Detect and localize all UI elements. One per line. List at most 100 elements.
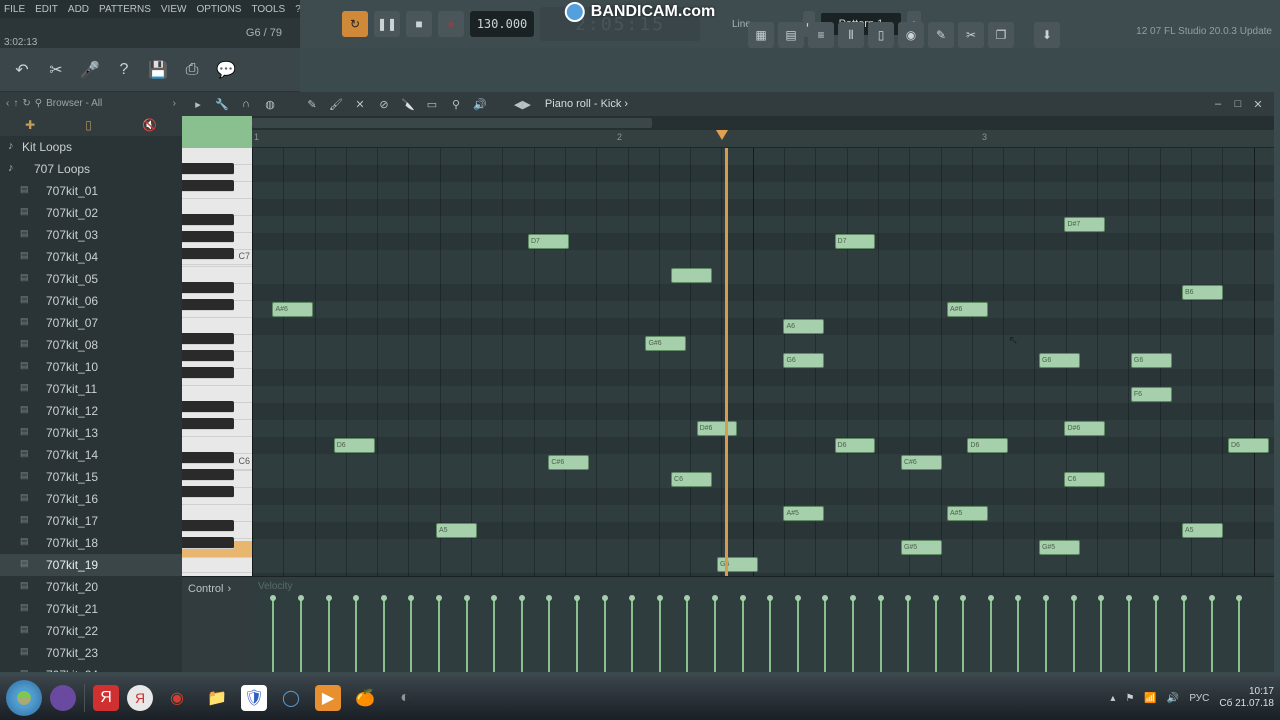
piano-keys[interactable]: C7C6 xyxy=(182,148,252,576)
fl-studio-icon[interactable]: 🍊 xyxy=(349,682,381,714)
pr-paint-icon[interactable]: 🖌 xyxy=(328,96,344,112)
taskbar-clock[interactable]: 10:17Сб 21.07.18 xyxy=(1219,686,1274,710)
note[interactable]: D7 xyxy=(528,234,569,249)
menu-view[interactable]: VIEW xyxy=(161,4,187,15)
pr-speaker-icon[interactable]: ◀▶ xyxy=(514,98,531,111)
browser-item[interactable]: 707kit_15 xyxy=(0,466,182,488)
browser-item[interactable]: 707kit_22 xyxy=(0,620,182,642)
mic-icon[interactable]: 🎤 xyxy=(78,58,102,82)
browser-folder-sub[interactable]: 707 Loops xyxy=(0,158,182,180)
tray-volume-icon[interactable]: 🔊 xyxy=(1167,693,1179,704)
browser-item[interactable]: 707kit_07 xyxy=(0,312,182,334)
velocity-lane[interactable]: Velocity xyxy=(252,577,1274,672)
refresh-icon[interactable]: ↻ xyxy=(22,98,30,109)
control-label[interactable]: Control› xyxy=(182,577,252,672)
note[interactable]: G6 xyxy=(1039,353,1080,368)
note[interactable]: D#7 xyxy=(1064,217,1105,232)
overview-thumbnail[interactable] xyxy=(182,116,252,148)
browser-item[interactable]: 707kit_21 xyxy=(0,598,182,620)
tempo-display[interactable]: 130.000 xyxy=(470,11,534,37)
chrome-icon[interactable]: ◯ xyxy=(275,682,307,714)
tool2-button[interactable]: ✂ xyxy=(958,22,984,48)
pr-magnet-icon[interactable]: ∩ xyxy=(238,96,254,112)
scroll-thumb[interactable] xyxy=(252,118,652,128)
browser-button[interactable]: ▯ xyxy=(868,22,894,48)
browser-item[interactable]: 707kit_14 xyxy=(0,444,182,466)
save-icon[interactable]: 💾 xyxy=(146,58,170,82)
note[interactable]: F6 xyxy=(1131,387,1172,402)
pr-playback-icon[interactable]: 🔊 xyxy=(472,96,488,112)
tray-lang[interactable]: РУС xyxy=(1189,693,1209,704)
cut-icon[interactable]: ✂ xyxy=(44,58,68,82)
tray-network-icon[interactable]: 📶 xyxy=(1144,693,1156,704)
pr-select-icon[interactable]: ▭ xyxy=(424,96,440,112)
channel-rack-button[interactable]: ≡ xyxy=(808,22,834,48)
browser-item[interactable]: 707kit_18 xyxy=(0,532,182,554)
menu-edit[interactable]: EDIT xyxy=(35,4,58,15)
pr-draw-icon[interactable]: ✎ xyxy=(304,96,320,112)
record-button[interactable]: ● xyxy=(438,11,464,37)
news-ticker[interactable]: 12 07 FL Studio 20.0.3 Update xyxy=(1136,26,1272,37)
note[interactable]: A#6 xyxy=(272,302,313,317)
browser-item[interactable]: 707kit_24 xyxy=(0,664,182,672)
note[interactable]: A#5 xyxy=(783,506,824,521)
browser-item[interactable]: 707kit_04 xyxy=(0,246,182,268)
pr-delete-icon[interactable]: ✕ xyxy=(352,96,368,112)
browser-item[interactable]: 707kit_11 xyxy=(0,378,182,400)
playhead-marker[interactable] xyxy=(716,130,728,140)
yandex-browser-icon[interactable]: Я xyxy=(127,685,153,711)
record-app-icon[interactable]: ◉ xyxy=(161,682,193,714)
mixer-button[interactable]: ⫴ xyxy=(838,22,864,48)
copy-icon[interactable]: ▯ xyxy=(85,118,92,132)
note[interactable]: A#6 xyxy=(947,302,988,317)
play-pattern-button[interactable]: ↻ xyxy=(342,11,368,37)
note[interactable]: G6 xyxy=(783,353,824,368)
browser-folder-parent[interactable]: Kit Loops xyxy=(0,136,182,158)
note[interactable]: A5 xyxy=(1182,523,1223,538)
playlist-button[interactable]: ▦ xyxy=(748,22,774,48)
yandex-icon[interactable]: Я xyxy=(93,685,119,711)
piano-roll-title[interactable]: Piano roll - Kick › xyxy=(545,98,628,110)
note[interactable]: D6 xyxy=(1228,438,1269,453)
browser-item[interactable]: 707kit_05 xyxy=(0,268,182,290)
tray-flag-icon[interactable]: ⚑ xyxy=(1125,693,1134,704)
menu-options[interactable]: OPTIONS xyxy=(196,4,241,15)
explorer-icon[interactable]: 📁 xyxy=(201,682,233,714)
note[interactable] xyxy=(671,268,712,283)
start-button[interactable] xyxy=(6,680,42,716)
pr-play-icon[interactable]: ▸ xyxy=(190,96,206,112)
note[interactable]: A#5 xyxy=(947,506,988,521)
note[interactable]: D#6 xyxy=(697,421,738,436)
browser-item[interactable]: 707kit_08 xyxy=(0,334,182,356)
mute-icon[interactable]: 🔇 xyxy=(142,118,157,132)
note[interactable]: B6 xyxy=(1182,285,1223,300)
export-icon[interactable]: ⎙ xyxy=(180,58,204,82)
browser-item[interactable]: 707kit_17 xyxy=(0,510,182,532)
up-icon[interactable]: ↑ xyxy=(13,98,18,109)
tray-up-icon[interactable]: ▴ xyxy=(1110,693,1115,704)
pr-close-icon[interactable]: ✕ xyxy=(1250,96,1266,112)
note[interactable]: D7 xyxy=(835,234,876,249)
pause-button[interactable]: ❚❚ xyxy=(374,11,400,37)
add-tab-icon[interactable]: ✚ xyxy=(25,118,35,132)
pr-zoom-icon[interactable]: ⚲ xyxy=(448,96,464,112)
note[interactable]: D6 xyxy=(835,438,876,453)
note[interactable]: D6 xyxy=(334,438,375,453)
note[interactable]: C6 xyxy=(1064,472,1105,487)
pr-maximize-icon[interactable]: □ xyxy=(1230,96,1246,112)
browser-item[interactable]: 707kit_01 xyxy=(0,180,182,202)
help-icon[interactable]: ? xyxy=(112,58,136,82)
browser-item[interactable]: 707kit_16 xyxy=(0,488,182,510)
menu-file[interactable]: FILE xyxy=(4,4,25,15)
note[interactable]: A5 xyxy=(436,523,477,538)
pr-minimize-icon[interactable]: – xyxy=(1210,96,1226,112)
browser-item[interactable]: 707kit_13 xyxy=(0,422,182,444)
plugin-button[interactable]: ◉ xyxy=(898,22,924,48)
note[interactable]: C6 xyxy=(671,472,712,487)
back-icon[interactable]: ‹ xyxy=(6,98,9,109)
browser-item[interactable]: 707kit_02 xyxy=(0,202,182,224)
shield-icon[interactable]: 🛡 xyxy=(241,685,267,711)
cortana-icon[interactable] xyxy=(50,685,76,711)
pr-mute-icon[interactable]: ⊘ xyxy=(376,96,392,112)
chat-icon[interactable]: 💬 xyxy=(214,58,238,82)
